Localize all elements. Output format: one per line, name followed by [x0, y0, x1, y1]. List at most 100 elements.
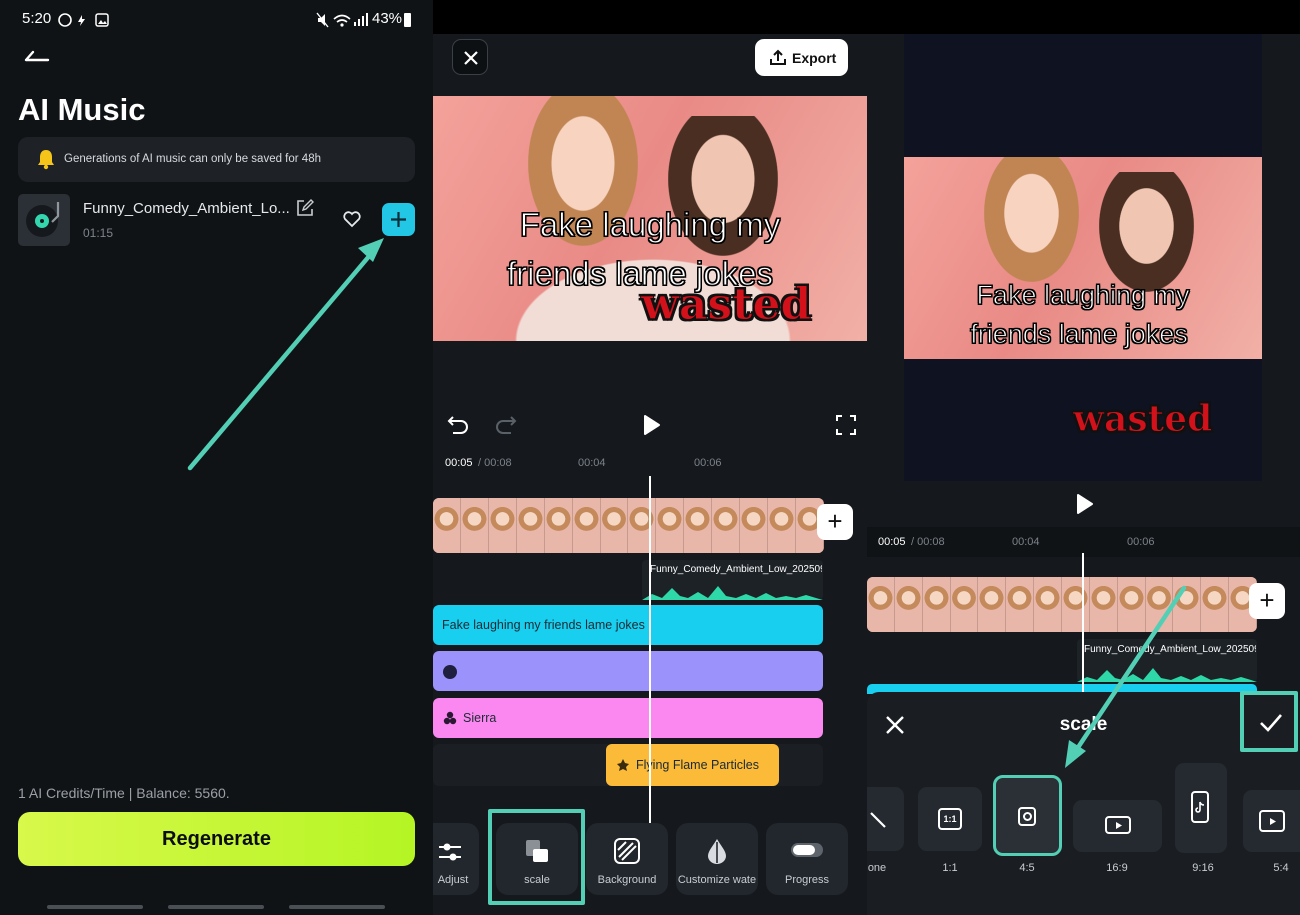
tool-adjust[interactable]: Adjust — [433, 823, 479, 895]
battery-icon — [404, 13, 411, 27]
tool-customize-watermark[interactable]: Customize wate — [676, 823, 758, 895]
progress-toggle-icon — [791, 843, 823, 857]
bell-icon — [36, 148, 56, 170]
fullscreen-icon[interactable] — [836, 415, 856, 435]
time-mark: 00:04 — [1012, 536, 1040, 548]
nav-bar-segment — [47, 905, 143, 909]
redo-icon[interactable] — [493, 413, 517, 435]
nav-bar-segment — [289, 905, 385, 909]
sticker-track[interactable] — [433, 651, 823, 691]
tool-background[interactable]: Background — [586, 823, 668, 895]
ratio-option-5-4[interactable] — [1243, 790, 1300, 852]
status-bar-area — [867, 0, 1300, 34]
time-mark: 00:06 — [694, 457, 722, 469]
ratio-label: 16:9 — [1106, 862, 1128, 874]
time-mark: 00:06 — [1127, 536, 1155, 548]
sticker-icon — [443, 665, 457, 679]
ratio-label: 1:1 — [942, 862, 958, 874]
ratio-option-16-9[interactable] — [1073, 800, 1162, 852]
youtube-ratio-icon — [1105, 816, 1131, 834]
total-time: / 00:08 — [911, 536, 945, 548]
regenerate-button[interactable]: Regenerate — [18, 812, 415, 866]
tool-label: Customize wate — [677, 874, 757, 886]
time-mark: 00:04 — [578, 457, 606, 469]
ratio-label: 5:4 — [1273, 862, 1289, 874]
album-cover[interactable] — [18, 194, 70, 246]
tool-label: Progress — [784, 874, 830, 886]
filter-track-label: Sierra — [463, 711, 497, 725]
current-time: 00:05 — [878, 536, 906, 548]
ai-music-screen: 5:20 43% AI Music Generations of AI musi… — [0, 0, 433, 915]
add-clip-button[interactable]: + — [1249, 583, 1285, 619]
notice-text: Generations of AI music can only be save… — [64, 153, 321, 165]
music-title: Funny_Comedy_Ambient_Lo... — [83, 200, 290, 217]
heart-icon[interactable] — [342, 210, 362, 228]
add-clip-button[interactable]: + — [817, 504, 853, 540]
status-notification-icons — [58, 13, 118, 27]
video-clip-track[interactable] — [433, 498, 824, 553]
text-track[interactable]: Fake laughing my friends lame jokes — [433, 605, 823, 645]
instagram-ratio-icon — [1018, 807, 1036, 826]
playhead[interactable] — [649, 476, 651, 823]
adjust-icon — [439, 843, 461, 861]
notice-banner: Generations of AI music can only be save… — [18, 137, 415, 182]
effect-track[interactable]: Flying Flame Particles — [606, 744, 779, 786]
tool-label: Background — [597, 874, 657, 886]
meme-text-line1: Fake laughing my — [976, 280, 1190, 311]
filter-icon — [443, 711, 457, 725]
status-time: 5:20 — [22, 10, 52, 27]
ratio-label: 9:16 — [1192, 862, 1214, 874]
scale-editor-screen: Fake laughing my friends lame jokes wast… — [867, 0, 1300, 915]
ratio-option-none[interactable] — [867, 787, 904, 851]
export-label: Export — [792, 50, 837, 66]
ratio-label: 4:5 — [1019, 862, 1035, 874]
audio-waveform — [642, 586, 823, 600]
meme-text-line1: Fake laughing my — [519, 206, 781, 244]
status-bar-area — [433, 0, 867, 34]
battery-percent: 43% — [372, 10, 403, 27]
person-left — [984, 157, 1079, 282]
music-duration: 01:15 — [83, 226, 114, 240]
status-system-icons — [316, 12, 370, 28]
undo-icon[interactable] — [447, 413, 471, 435]
video-preview[interactable]: Fake laughing my friends lame jokes wast… — [433, 96, 867, 341]
audio-clip-name: Funny_Comedy_Ambient_Low_2025091 — [650, 564, 822, 575]
edit-icon[interactable] — [296, 199, 314, 217]
wasted-text: wasted — [640, 279, 812, 331]
filter-track[interactable]: Sierra — [433, 698, 823, 738]
wasted-text: wasted — [1072, 398, 1213, 441]
text-track-label: Fake laughing my friends lame jokes — [442, 618, 645, 632]
page-title: AI Music — [18, 92, 146, 127]
nav-bar-segment — [168, 905, 264, 909]
effect-icon — [616, 758, 630, 772]
upload-icon — [769, 49, 787, 66]
ratio-option-1-1[interactable]: 1:1 — [918, 787, 982, 851]
play-icon[interactable] — [1073, 493, 1095, 515]
total-time: / 00:08 — [478, 457, 512, 469]
watermark-drop-icon — [708, 839, 726, 864]
background-icon — [614, 838, 640, 864]
person-right — [1099, 172, 1194, 292]
scale-highlight-box — [488, 809, 585, 905]
annotation-arrow — [180, 230, 390, 475]
back-arrow-icon[interactable] — [24, 48, 50, 64]
tiktok-ratio-icon — [1191, 791, 1209, 823]
ratio-option-9-16[interactable] — [1175, 763, 1227, 853]
tool-progress[interactable]: Progress — [766, 823, 848, 895]
square-ratio-icon: 1:1 — [938, 808, 962, 830]
editor-screen: Export Fake laughing my friends lame jok… — [433, 0, 867, 915]
meme-text-line2: friends lame jokes — [970, 319, 1189, 350]
none-ratio-icon — [870, 812, 886, 828]
audio-clip-track[interactable]: Funny_Comedy_Ambient_Low_2025091 — [642, 560, 823, 600]
effect-track-label: Flying Flame Particles — [636, 758, 759, 772]
video-preview[interactable]: Fake laughing my friends lame jokes — [904, 157, 1262, 359]
ratio-option-4-5[interactable] — [993, 775, 1062, 856]
tool-label: Adjust — [437, 874, 469, 886]
close-button[interactable] — [452, 39, 488, 75]
credits-balance: 1 AI Credits/Time | Balance: 5560. — [18, 785, 230, 801]
confirm-highlight-box — [1240, 691, 1298, 752]
play-icon[interactable] — [640, 414, 662, 436]
play-ratio-icon — [1259, 810, 1285, 832]
annotation-arrow — [1057, 582, 1192, 772]
export-button[interactable]: Export — [755, 39, 848, 76]
